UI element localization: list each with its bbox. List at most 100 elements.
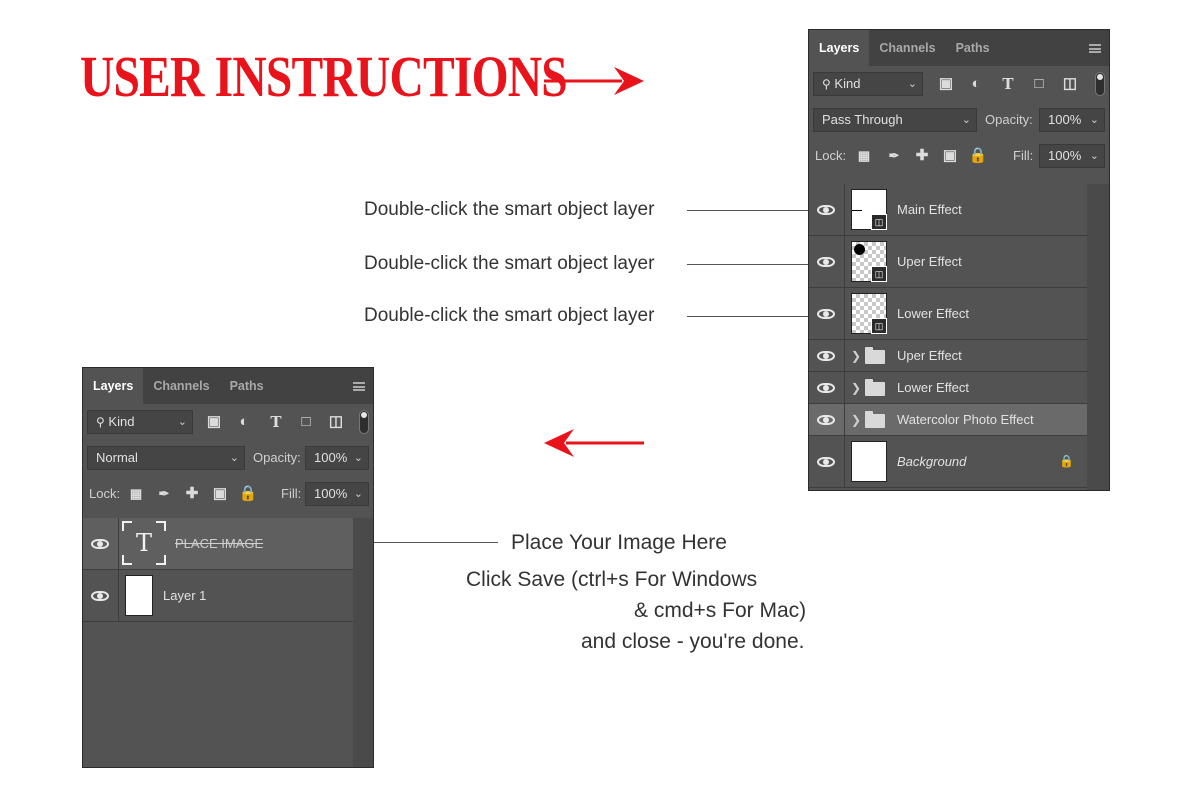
eye-icon[interactable]	[817, 256, 835, 267]
panel-tabs: Layers Channels Paths	[83, 368, 373, 404]
layer-group-row[interactable]: ❯ Watercolor Photo Effect	[809, 404, 1087, 436]
lock-artboard-icon[interactable]: ▣	[209, 482, 231, 506]
filter-kind-dropdown[interactable]: ⚲ Kind ⌄	[87, 410, 193, 434]
type-layer-icon: T	[121, 520, 167, 566]
shape-filter-icon[interactable]: □	[1028, 72, 1050, 96]
fill-label: Fill:	[1013, 148, 1034, 163]
blend-mode-value: Pass Through	[822, 112, 903, 127]
layer-name: PLACE IMAGE	[175, 536, 264, 551]
leader-line	[687, 316, 819, 317]
adjustment-filter-icon[interactable]: ◐	[233, 410, 255, 434]
eye-icon[interactable]	[817, 308, 835, 319]
chevron-down-icon: ⌄	[353, 488, 363, 500]
layers-panel-left: Layers Channels Paths ⚲ Kind ⌄ ▣ ◐ T □ ◫…	[82, 367, 374, 768]
visibility-column	[809, 236, 845, 287]
tab-channels[interactable]: Channels	[143, 368, 219, 404]
fill-input[interactable]: 100% ⌄	[1039, 144, 1105, 168]
lock-label: Lock:	[815, 148, 847, 163]
layer-group-row[interactable]: ❯ Lower Effect	[809, 372, 1087, 404]
smart-filter-icon[interactable]: ◫	[1059, 72, 1081, 96]
lock-brush-icon[interactable]: ✒	[883, 144, 905, 168]
scrollbar[interactable]	[1087, 184, 1109, 490]
type-filter-icon[interactable]: T	[265, 410, 287, 434]
filter-toggle[interactable]	[359, 410, 369, 434]
layer-row[interactable]: Layer 1	[83, 570, 353, 622]
smart-object-icon: ◫	[871, 266, 887, 282]
layer-name: Lower Effect	[897, 380, 970, 395]
lock-transparent-icon[interactable]: ▦	[125, 482, 147, 506]
tab-layers[interactable]: Layers	[809, 30, 870, 66]
smart-filter-icon[interactable]: ◫	[325, 410, 347, 434]
eye-icon[interactable]	[817, 204, 835, 215]
filter-toggle[interactable]	[1095, 72, 1105, 96]
lock-icon[interactable]: 🔒	[237, 482, 259, 506]
chevron-down-icon: ⌄	[353, 452, 363, 464]
chevron-right-icon[interactable]: ❯	[851, 372, 861, 404]
layer-name: Layer 1	[163, 588, 207, 603]
tab-layers[interactable]: Layers	[83, 368, 144, 404]
blend-mode-dropdown[interactable]: Normal ⌄	[87, 446, 245, 470]
fill-input[interactable]: 100% ⌄	[305, 482, 369, 506]
opacity-input[interactable]: 100% ⌄	[305, 446, 369, 470]
chevron-right-icon[interactable]: ❯	[851, 340, 861, 372]
filter-kind-label: Kind	[108, 414, 135, 429]
visibility-column	[809, 184, 845, 235]
scrollbar[interactable]	[353, 518, 373, 767]
type-filter-icon[interactable]: T	[997, 72, 1019, 96]
visibility-column	[809, 288, 845, 339]
layer-name: Background	[897, 454, 967, 469]
eye-icon[interactable]	[817, 382, 835, 393]
layer-row[interactable]: ◫ Main Effect	[809, 184, 1087, 236]
visibility-column	[809, 404, 845, 435]
layer-row[interactable]: T PLACE IMAGE	[83, 518, 353, 570]
image-filter-icon[interactable]: ▣	[203, 410, 225, 434]
image-filter-icon[interactable]: ▣	[935, 72, 957, 96]
tab-paths[interactable]: Paths	[946, 30, 1000, 66]
blend-mode-dropdown[interactable]: Pass Through ⌄	[813, 108, 977, 132]
panel-tabs: Layers Channels Paths	[809, 30, 1109, 66]
eye-icon[interactable]	[817, 414, 835, 425]
layer-row[interactable]: Background 🔒	[809, 436, 1087, 488]
lock-icon: 🔒	[1059, 454, 1074, 468]
visibility-column	[83, 518, 119, 569]
annotation-save-line-2: & cmd+s For Mac)	[634, 599, 807, 622]
lock-move-icon[interactable]: ✚	[181, 482, 203, 506]
chevron-right-icon[interactable]: ❯	[851, 404, 861, 436]
opacity-input[interactable]: 100% ⌄	[1039, 108, 1105, 132]
lock-transparent-icon[interactable]: ▦	[853, 144, 875, 168]
eye-icon[interactable]	[817, 456, 835, 467]
layer-row[interactable]: ◫ Uper Effect	[809, 236, 1087, 288]
tab-channels[interactable]: Channels	[869, 30, 945, 66]
layer-thumbnail	[851, 441, 887, 482]
folder-icon	[865, 379, 885, 396]
blend-row: Pass Through ⌄ Opacity: 100% ⌄	[809, 102, 1109, 138]
layer-name: Uper Effect	[897, 254, 962, 269]
shape-filter-icon[interactable]: □	[295, 410, 317, 434]
panel-menu-icon[interactable]	[1089, 44, 1101, 53]
filter-kind-dropdown[interactable]: ⚲ Kind ⌄	[813, 72, 923, 96]
fill-value: 100%	[314, 486, 348, 501]
thumb-mark	[852, 210, 862, 211]
lock-artboard-icon[interactable]: ▣	[939, 144, 961, 168]
chevron-down-icon: ⌄	[907, 78, 917, 90]
layer-name: Main Effect	[897, 202, 962, 217]
layer-list: ◫ Main Effect ◫ Uper Effect ◫ Lower Effe…	[809, 184, 1087, 488]
lock-brush-icon[interactable]: ✒	[153, 482, 175, 506]
tab-paths[interactable]: Paths	[220, 368, 274, 404]
layer-group-row[interactable]: ❯ Uper Effect	[809, 340, 1087, 372]
panel-menu-icon[interactable]	[353, 382, 365, 391]
leader-line	[687, 264, 819, 265]
visibility-column	[83, 570, 119, 621]
eye-icon[interactable]	[91, 538, 109, 549]
lock-row: Lock: ▦ ✒ ✚ ▣ 🔒 Fill: 100% ⌄	[83, 476, 373, 512]
visibility-column	[809, 340, 845, 371]
lock-icon[interactable]: 🔒	[967, 144, 989, 168]
layers-panel-right: Layers Channels Paths ⚲ Kind ⌄ ▣ ◐ T □ ◫…	[808, 29, 1110, 491]
adjustment-filter-icon[interactable]: ◐	[965, 72, 987, 96]
eye-icon[interactable]	[817, 350, 835, 361]
layer-row[interactable]: ◫ Lower Effect	[809, 288, 1087, 340]
eye-icon[interactable]	[91, 590, 109, 601]
lock-move-icon[interactable]: ✚	[911, 144, 933, 168]
lock-label: Lock:	[89, 486, 121, 501]
annotation-save-line-1: Click Save (ctrl+s For Windows	[466, 568, 758, 591]
